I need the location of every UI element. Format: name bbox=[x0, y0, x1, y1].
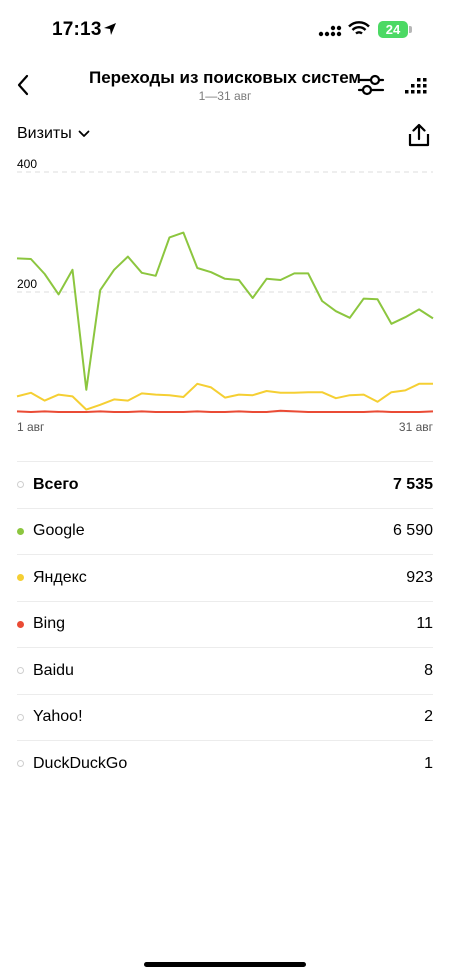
x-tick-label: 31 авг bbox=[399, 420, 434, 434]
home-indicator bbox=[144, 962, 306, 967]
legend-row[interactable]: Baidu 8 bbox=[17, 647, 433, 694]
legend-label: Yahoo! bbox=[33, 708, 83, 726]
metric-dropdown[interactable]: Визиты bbox=[17, 125, 90, 143]
x-tick-label: 1 авг bbox=[17, 420, 45, 434]
legend-label: Всего bbox=[33, 475, 79, 493]
legend-label: Baidu bbox=[33, 661, 74, 679]
legend-row[interactable]: Google 6 590 bbox=[17, 507, 433, 555]
wifi-icon bbox=[348, 21, 370, 42]
location-arrow-icon bbox=[103, 22, 117, 41]
battery-icon: 24 bbox=[378, 21, 408, 38]
status-bar: 17:13 24 bbox=[0, 0, 450, 60]
metric-label: Визиты bbox=[17, 125, 72, 142]
legend-value: 923 bbox=[406, 568, 433, 586]
y-tick-label: 200 bbox=[17, 277, 37, 291]
legend-dot bbox=[17, 667, 24, 675]
grid-button[interactable] bbox=[403, 76, 429, 96]
series-layer bbox=[16, 231, 434, 413]
legend-value: 6 590 bbox=[392, 522, 433, 540]
date-range: 1—31 авг bbox=[198, 89, 252, 103]
series-line-bing bbox=[16, 409, 434, 413]
legend-value: 1 bbox=[424, 754, 433, 772]
signal-icon bbox=[318, 24, 342, 42]
sliders-icon bbox=[357, 74, 385, 96]
dot-grid-icon bbox=[405, 78, 427, 94]
legend-label: Яндекс bbox=[33, 568, 87, 586]
legend-dot bbox=[17, 620, 24, 628]
series-line-google bbox=[16, 231, 434, 391]
page-title: Переходы из поисковых систем bbox=[89, 68, 361, 87]
legend-value: 11 bbox=[416, 615, 433, 633]
legend-dot bbox=[17, 760, 24, 768]
legend-dot bbox=[17, 527, 24, 535]
series-line-яндекс bbox=[16, 382, 433, 411]
legend-row[interactable]: Яндекс 923 bbox=[17, 554, 433, 601]
legend-row[interactable]: Yahoo! 2 bbox=[17, 693, 433, 741]
legend-list: Всего 7 535 Google 6 590 Яндекс 923 Bing 11 Baid… bbox=[17, 461, 433, 787]
line-chart: 400 200 1 авг 31 авг bbox=[16, 157, 434, 434]
legend-row[interactable]: DuckDuckGo 1 bbox=[17, 740, 433, 787]
share-button[interactable] bbox=[407, 122, 431, 148]
y-tick-label: 400 bbox=[17, 157, 37, 171]
chevron-left-icon bbox=[17, 74, 29, 96]
legend-dot bbox=[17, 481, 24, 489]
legend-value: 8 bbox=[424, 661, 433, 679]
legend-row[interactable]: Bing 11 bbox=[17, 600, 433, 648]
back-button[interactable] bbox=[10, 70, 36, 100]
header: Переходы из поисковых систем 1—31 авг bbox=[0, 60, 450, 116]
legend-dot bbox=[17, 713, 24, 721]
legend-value: 7 535 bbox=[392, 475, 433, 493]
legend-value: 2 bbox=[424, 708, 433, 726]
share-icon bbox=[408, 123, 430, 147]
battery-tip bbox=[409, 26, 412, 33]
legend-dot bbox=[17, 574, 24, 582]
filter-button[interactable] bbox=[356, 72, 386, 98]
legend-label: Bing bbox=[33, 615, 66, 633]
legend-row[interactable]: Всего 7 535 bbox=[17, 461, 433, 508]
status-time: 17:13 bbox=[52, 19, 102, 40]
legend-label: DuckDuckGo bbox=[33, 754, 128, 772]
chevron-down-icon bbox=[78, 130, 90, 137]
legend-label: Google bbox=[33, 522, 85, 540]
battery-level: 24 bbox=[385, 22, 401, 37]
